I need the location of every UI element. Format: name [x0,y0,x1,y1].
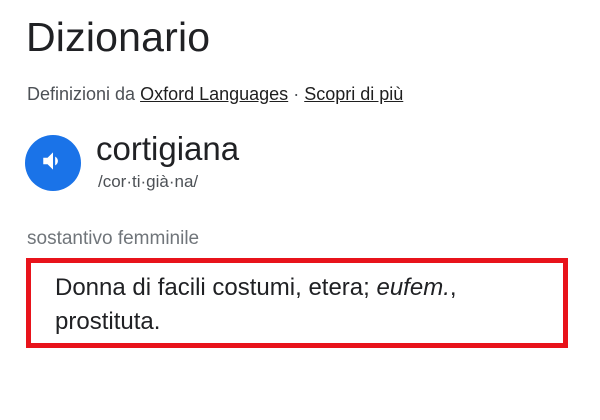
definition-text-start: Donna di facili costumi, etera; [55,274,377,301]
definition-abbreviation: eufem. [376,274,450,301]
learn-more-link[interactable]: Scopri di più [304,84,403,104]
oxford-languages-link[interactable]: Oxford Languages [140,84,288,104]
volume-up-icon [40,148,66,179]
part-of-speech: sostantivo femminile [27,228,200,249]
definition-text: Donna di facili costumi, etera; eufem., … [55,271,547,339]
definition-highlight-box: Donna di facili costumi, etera; eufem., … [26,258,568,348]
headword: cortigiana [96,130,240,167]
phonetic-spelling: /cor·ti·già·na/ [98,172,199,191]
separator: · [293,84,300,104]
source-prefix: Definizioni da [27,84,136,104]
pronunciation-button[interactable] [25,135,81,191]
dictionary-card: Dizionario Definizioni da Oxford Languag… [0,0,600,420]
page-title: Dizionario [26,14,211,60]
source-attribution: Definizioni da Oxford Languages · Scopri… [27,84,403,105]
